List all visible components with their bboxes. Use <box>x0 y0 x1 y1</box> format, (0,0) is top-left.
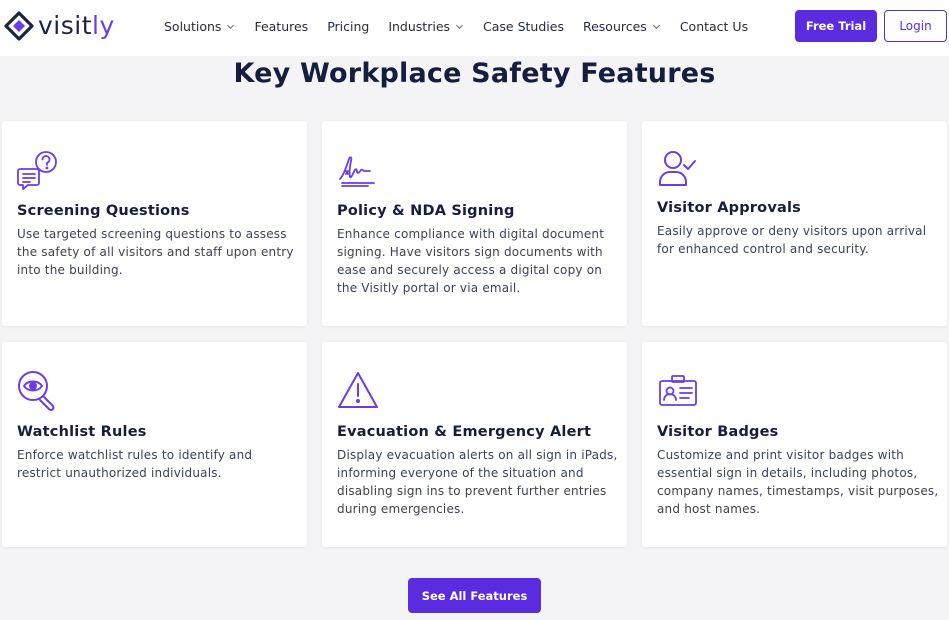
nav-label: Industries <box>388 18 451 34</box>
nav-features[interactable]: Features <box>254 19 308 34</box>
feature-card-visitor-approvals: Visitor Approvals Easily approve or deny… <box>642 121 947 326</box>
card-description: Enhance compliance with digital document… <box>337 227 605 295</box>
nav-label: Contact Us <box>679 18 749 34</box>
free-trial-button[interactable]: Free Trial <box>795 10 877 42</box>
user-check-icon <box>657 149 699 191</box>
visitly-logo[interactable]: visitly <box>4 10 115 42</box>
nav-case-studies[interactable]: Case Studies <box>483 19 564 34</box>
nav-label: Pricing <box>327 18 370 34</box>
card-description: Customize and print visitor badges with … <box>657 448 939 516</box>
site-header: visitly Solutions Features Pricing Indus… <box>0 0 949 56</box>
feature-card-visitor-badges: Visitor Badges Customize and print visit… <box>642 342 947 547</box>
card-title: Visitor Badges <box>657 424 779 440</box>
logo-wordmark: visitly <box>38 11 115 40</box>
feature-card-policy-nda-signing: Policy & NDA Signing Enhance compliance … <box>322 121 627 326</box>
nav-pricing[interactable]: Pricing <box>327 19 369 34</box>
card-description: Enforce watchlist rules to identify and … <box>17 448 253 480</box>
nav-resources[interactable]: Resources <box>583 19 661 34</box>
visitly-diamond-logo-icon <box>4 11 34 41</box>
nav-contact-us[interactable]: Contact Us <box>680 19 748 34</box>
signature-icon <box>337 149 379 191</box>
card-title: Screening Questions <box>17 203 190 219</box>
chevron-down-icon <box>652 24 660 29</box>
chevron-down-icon <box>227 24 235 29</box>
main-nav: Solutions Features Pricing Industries Ca… <box>164 0 767 52</box>
nav-solutions[interactable]: Solutions <box>164 19 235 34</box>
screening-questions-icon <box>17 149 59 191</box>
login-button[interactable]: Login <box>884 10 947 42</box>
section-title: Key Workplace Safety Features <box>233 58 716 89</box>
id-badge-icon <box>657 370 699 412</box>
nav-label: Solutions <box>164 18 222 34</box>
card-description: Display evacuation alerts on all sign in… <box>337 448 618 516</box>
see-all-features-button[interactable]: See All Features <box>408 578 541 613</box>
feature-card-screening-questions: Screening Questions Use targeted screeni… <box>2 121 307 326</box>
warning-triangle-icon <box>337 370 379 412</box>
nav-label: Resources <box>582 18 647 34</box>
card-description: Easily approve or deny visitors upon arr… <box>657 224 927 256</box>
card-description: Use targeted screening questions to asse… <box>17 227 294 277</box>
feature-card-evacuation-emergency-alert: Evacuation & Emergency Alert Display eva… <box>322 342 627 547</box>
card-title: Policy & NDA Signing <box>337 203 515 219</box>
card-title: Visitor Approvals <box>657 200 801 216</box>
nav-label: Features <box>254 18 309 34</box>
chevron-down-icon <box>455 24 464 29</box>
nav-industries[interactable]: Industries <box>388 19 464 34</box>
watchlist-eye-icon <box>17 370 59 412</box>
card-title: Evacuation & Emergency Alert <box>337 424 592 440</box>
nav-label: Case Studies <box>483 18 564 34</box>
card-title: Watchlist Rules <box>17 424 147 440</box>
feature-card-watchlist-rules: Watchlist Rules Enforce watchlist rules … <box>2 342 307 547</box>
